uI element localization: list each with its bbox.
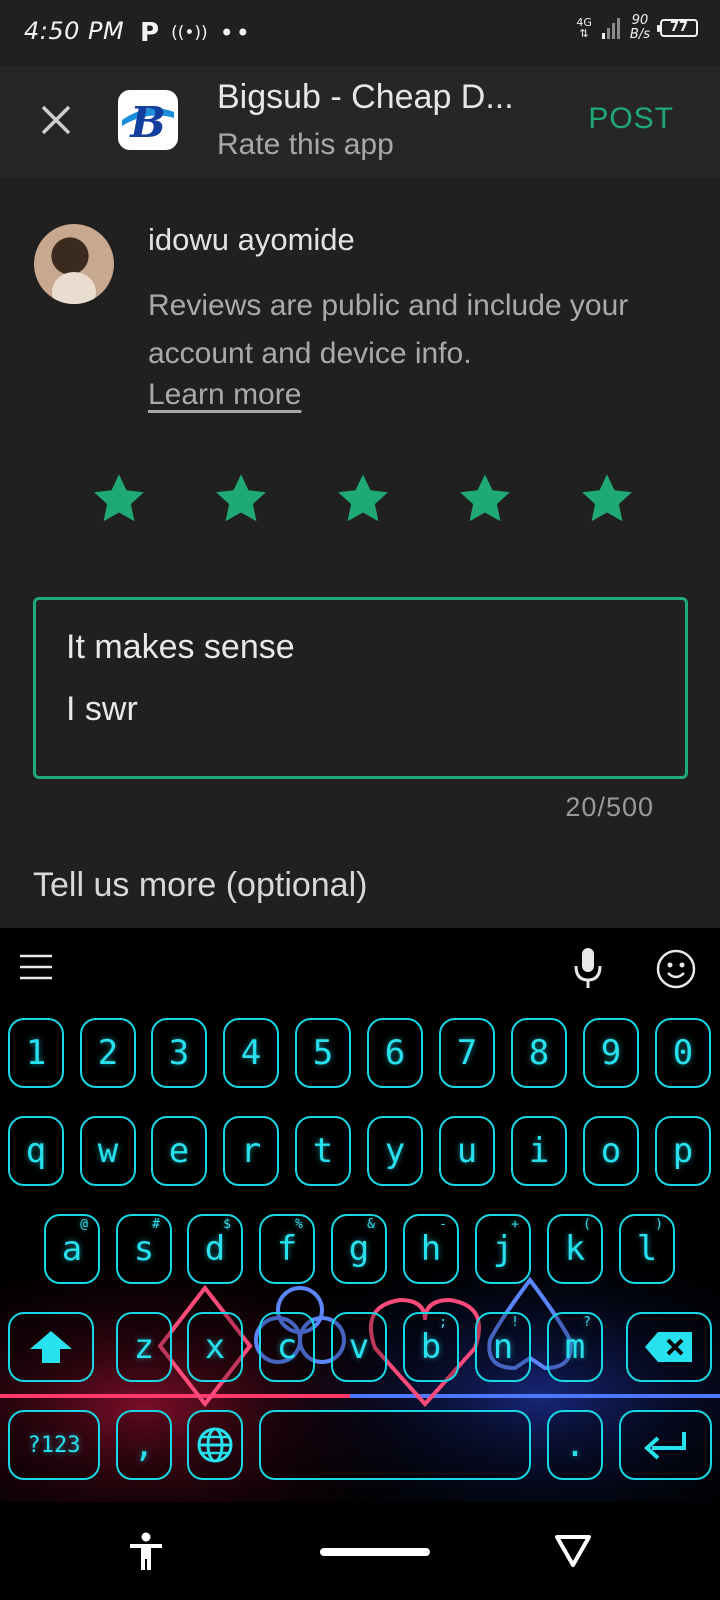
app-icon-letter: B bbox=[129, 98, 166, 147]
key-5[interactable]: 5 bbox=[295, 1018, 351, 1088]
more-notifications-icon: •• bbox=[219, 19, 252, 47]
review-text-line: I swr bbox=[66, 690, 138, 728]
parking-app-icon: P bbox=[140, 18, 160, 48]
battery-icon: 77 bbox=[657, 19, 698, 37]
star-4-icon[interactable] bbox=[455, 470, 515, 528]
shift-icon bbox=[30, 1331, 72, 1363]
emoji-icon[interactable] bbox=[655, 948, 697, 990]
key-z[interactable]: z bbox=[116, 1312, 172, 1382]
key-4[interactable]: 4 bbox=[223, 1018, 279, 1088]
key-v[interactable]: v bbox=[331, 1312, 387, 1382]
key-c[interactable]: c bbox=[259, 1312, 315, 1382]
app-icon: B bbox=[118, 90, 178, 150]
star-1-icon[interactable] bbox=[89, 470, 149, 528]
star-2-icon[interactable] bbox=[211, 470, 271, 528]
backspace-icon bbox=[645, 1332, 692, 1362]
key-n[interactable]: n! bbox=[475, 1312, 531, 1382]
status-time: 4:50 PM bbox=[24, 17, 125, 45]
network-speed: 90 B/s bbox=[629, 13, 650, 42]
hotspot-icon: ((•)) bbox=[171, 23, 208, 43]
key-q[interactable]: q bbox=[8, 1116, 64, 1186]
key-y[interactable]: y bbox=[367, 1116, 423, 1186]
key-a[interactable]: a @ bbox=[44, 1214, 100, 1284]
key-7[interactable]: 7 bbox=[439, 1018, 495, 1088]
period-key[interactable]: . bbox=[547, 1410, 603, 1480]
key-s[interactable]: s # bbox=[116, 1214, 172, 1284]
key-o[interactable]: o bbox=[583, 1116, 639, 1186]
microphone-icon[interactable] bbox=[572, 946, 604, 990]
post-button[interactable]: POST bbox=[588, 102, 674, 136]
key-b[interactable]: b; bbox=[403, 1312, 459, 1382]
accessibility-icon[interactable] bbox=[128, 1532, 164, 1572]
app-header: B Bigsub - Cheap D... Rate this app POST bbox=[0, 66, 720, 178]
character-count: 20/500 bbox=[565, 792, 654, 822]
key-i[interactable]: i bbox=[511, 1116, 567, 1186]
globe-icon bbox=[197, 1427, 233, 1463]
enter-icon bbox=[643, 1432, 686, 1460]
key-2[interactable]: 2 bbox=[80, 1018, 136, 1088]
signal-icon bbox=[601, 17, 620, 39]
key-j[interactable]: j + bbox=[475, 1214, 531, 1284]
app-title: Bigsub - Cheap D... bbox=[217, 78, 514, 116]
key-k[interactable]: k( bbox=[547, 1214, 603, 1284]
key-r[interactable]: r bbox=[223, 1116, 279, 1186]
symbols-key[interactable]: ?123 bbox=[8, 1410, 100, 1480]
key-e[interactable]: e bbox=[151, 1116, 207, 1186]
key-f[interactable]: f% bbox=[259, 1214, 315, 1284]
home-gesture-bar[interactable] bbox=[320, 1548, 430, 1556]
keyboard-toolbar bbox=[0, 928, 720, 1008]
close-icon bbox=[41, 105, 71, 135]
key-l[interactable]: l) bbox=[619, 1214, 675, 1284]
star-rating bbox=[82, 470, 642, 530]
review-text-input[interactable]: It makes sense I swr bbox=[33, 597, 688, 779]
key-0[interactable]: 0 bbox=[655, 1018, 711, 1088]
shift-key[interactable] bbox=[8, 1312, 94, 1382]
status-bar: 4:50 PM P ((•)) •• 4G ⇅ 90 B/s 77 bbox=[0, 0, 720, 66]
key-w[interactable]: w bbox=[80, 1116, 136, 1186]
learn-more-link[interactable]: Learn more bbox=[148, 378, 301, 412]
key-m[interactable]: m? bbox=[547, 1312, 603, 1382]
key-u[interactable]: u bbox=[439, 1116, 495, 1186]
mobile-data-icon: 4G ⇅ bbox=[576, 16, 592, 40]
key-9[interactable]: 9 bbox=[583, 1018, 639, 1088]
keyboard-hide-icon[interactable] bbox=[554, 1534, 592, 1568]
review-disclaimer: Reviews are public and include your acco… bbox=[148, 289, 629, 370]
key-x[interactable]: x bbox=[187, 1312, 243, 1382]
reviewer-name: idowu ayomide bbox=[148, 222, 355, 257]
key-1[interactable]: 1 bbox=[8, 1018, 64, 1088]
keyboard: 1 2 3 4 5 6 7 8 9 0 q w e r t y u i o p … bbox=[0, 928, 720, 1502]
key-6[interactable]: 6 bbox=[367, 1018, 423, 1088]
language-key[interactable] bbox=[187, 1410, 243, 1480]
space-key[interactable] bbox=[259, 1410, 531, 1480]
comma-key[interactable]: , bbox=[116, 1410, 172, 1480]
star-5-icon[interactable] bbox=[577, 470, 637, 528]
backspace-key[interactable] bbox=[626, 1312, 712, 1382]
key-p[interactable]: p bbox=[655, 1116, 711, 1186]
close-button[interactable] bbox=[36, 100, 76, 140]
tell-us-more-label: Tell us more (optional) bbox=[33, 866, 368, 904]
menu-icon[interactable] bbox=[20, 952, 52, 982]
key-3[interactable]: 3 bbox=[151, 1018, 207, 1088]
enter-key[interactable] bbox=[619, 1410, 712, 1480]
key-d[interactable]: d $ bbox=[187, 1214, 243, 1284]
avatar bbox=[34, 224, 114, 304]
key-h[interactable]: h- bbox=[403, 1214, 459, 1284]
key-8[interactable]: 8 bbox=[511, 1018, 567, 1088]
key-g[interactable]: g & bbox=[331, 1214, 387, 1284]
review-text-line: It makes sense bbox=[66, 628, 295, 666]
navigation-bar bbox=[0, 1502, 720, 1600]
star-3-icon[interactable] bbox=[333, 470, 393, 528]
page-subtitle: Rate this app bbox=[217, 128, 394, 161]
key-t[interactable]: t bbox=[295, 1116, 351, 1186]
